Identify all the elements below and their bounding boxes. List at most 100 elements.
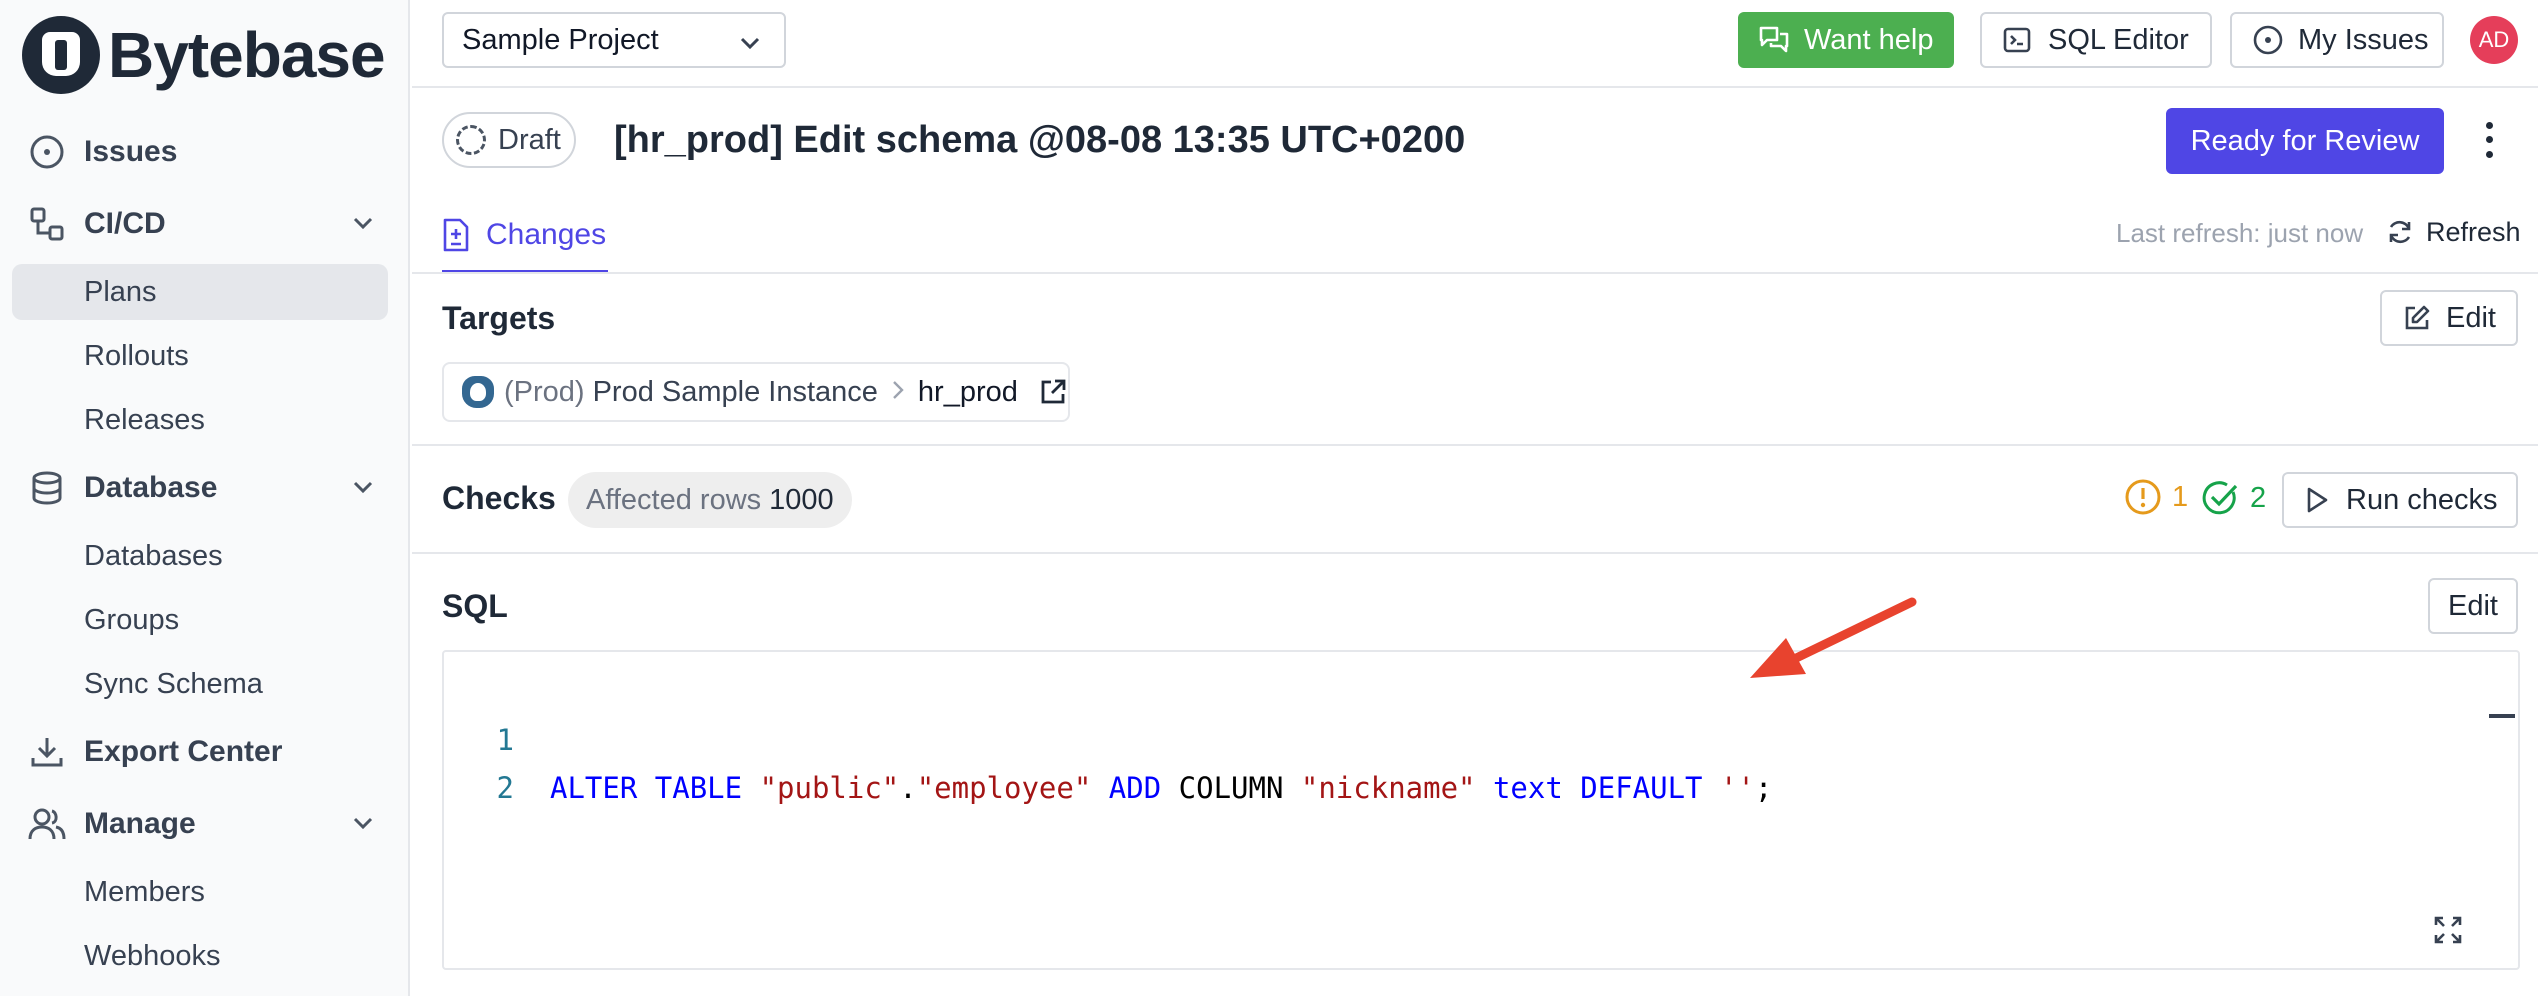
sidebar-item-plans[interactable]: Plans (84, 264, 157, 320)
tab-changes-label: Changes (486, 218, 607, 251)
chevron-down-icon[interactable] (350, 474, 376, 505)
targets-edit-button[interactable]: Edit (2380, 290, 2518, 346)
affected-rows-label: Affected rows (586, 483, 762, 516)
checks-success-count[interactable]: 2 (2200, 478, 2266, 518)
sidebar-item-manage[interactable]: Manage (26, 796, 386, 852)
warning-circle-icon (2124, 478, 2162, 516)
tabs-divider (412, 272, 2538, 274)
target-environment: (Prod) (504, 375, 585, 408)
sidebar-item-export-center[interactable]: Export Center (26, 724, 386, 780)
chevron-down-icon (738, 30, 762, 63)
targets-title: Targets (442, 300, 556, 336)
sidebar-item-issues[interactable]: Issues (26, 124, 386, 180)
sql-keyword: ADD (1108, 771, 1162, 805)
affected-rows-value: 1000 (769, 483, 834, 516)
sql-keyword: COLUMN (1178, 771, 1284, 805)
want-help-button[interactable]: Want help (1738, 12, 1954, 68)
tab-changes[interactable]: Changes (442, 200, 608, 274)
run-checks-button[interactable]: Run checks (2282, 472, 2518, 528)
check-circle-icon (2200, 478, 2240, 518)
draft-dashed-circle-icon (456, 125, 486, 155)
postgresql-icon (462, 376, 494, 408)
sql-identifier: "employee" (916, 771, 1092, 805)
sidebar-item-groups[interactable]: Groups (84, 592, 179, 648)
plan-status-badge: Draft (442, 112, 576, 168)
sql-identifier: "nickname" (1300, 771, 1476, 805)
warning-count: 1 (2172, 480, 2189, 513)
sql-editor-button[interactable]: SQL Editor (1980, 12, 2212, 68)
project-select[interactable]: Sample Project (442, 12, 786, 68)
minimap-indicator (2489, 714, 2515, 718)
users-icon (26, 803, 68, 845)
expand-icon[interactable] (2432, 914, 2464, 951)
sql-editor-label: SQL Editor (2048, 23, 2189, 56)
sidebar-item-label: Issues (84, 135, 178, 168)
external-link-icon[interactable] (1038, 377, 1068, 407)
code-line: 1 ALTER TABLE "public"."employee" ADD CO… (444, 668, 1773, 805)
play-icon (2304, 486, 2330, 514)
brand-name: Bytebase (108, 19, 386, 91)
chevron-down-icon[interactable] (350, 810, 376, 841)
sql-type: text (1492, 771, 1563, 805)
sidebar-item-label: Database (84, 471, 218, 504)
run-checks-label: Run checks (2346, 483, 2498, 516)
chevron-down-icon[interactable] (350, 210, 376, 241)
sql-punctuation: ; (1754, 771, 1773, 805)
user-avatar[interactable]: AD (2470, 16, 2518, 64)
section-divider (412, 552, 2538, 554)
sidebar-item-label: Export Center (84, 735, 283, 768)
sidebar-item-releases[interactable]: Releases (84, 392, 205, 448)
ready-for-review-button[interactable]: Ready for Review (2166, 108, 2444, 174)
targets-edit-label: Edit (2446, 301, 2496, 334)
section-divider (412, 444, 2538, 446)
sql-identifier: "public" (759, 771, 900, 805)
checks-title: Checks (442, 480, 556, 516)
more-options-icon[interactable] (2474, 118, 2504, 162)
last-refresh-text: Last refresh: just now (2116, 218, 2364, 248)
code-line: 2 (444, 716, 514, 805)
want-help-label: Want help (1804, 23, 1934, 56)
sql-title: SQL (442, 588, 508, 624)
plan-status-label: Draft (498, 123, 561, 156)
target-instance: Prod Sample Instance (592, 375, 878, 408)
refresh-label: Refresh (2426, 217, 2521, 247)
sidebar-item-members[interactable]: Members (84, 864, 205, 920)
issue-circle-icon (2252, 24, 2284, 56)
sidebar: Bytebase Issues CI/CD Plans Rollouts Rel… (0, 0, 410, 996)
refresh-button[interactable]: Refresh (2386, 214, 2521, 250)
sidebar-item-label: CI/CD (84, 207, 166, 240)
workflow-icon (26, 203, 68, 245)
top-bar: Sample Project Want help SQL Editor My I… (412, 0, 2538, 88)
chat-bubbles-icon (1758, 25, 1790, 55)
page-title[interactable]: [hr_prod] Edit schema @08-08 13:35 UTC+0… (614, 114, 1465, 166)
sql-punctuation: . (899, 771, 917, 805)
success-count: 2 (2250, 481, 2267, 514)
sql-keyword: ALTER (550, 771, 638, 805)
sql-edit-button[interactable]: Edit (2428, 578, 2518, 634)
target-database-chip[interactable]: (Prod) Prod Sample Instance hr_prod (442, 362, 1070, 422)
my-issues-button[interactable]: My Issues (2230, 12, 2444, 68)
checks-warning-count[interactable]: 1 (2124, 478, 2188, 516)
database-icon (26, 467, 68, 509)
sidebar-item-rollouts[interactable]: Rollouts (84, 328, 189, 384)
edit-pencil-icon (2402, 303, 2432, 333)
annotation-arrow-icon (1750, 597, 1917, 678)
sidebar-item-webhooks[interactable]: Webhooks (84, 928, 221, 984)
line-number: 2 (496, 771, 514, 805)
sidebar-item-databases[interactable]: Databases (84, 528, 223, 584)
brand-logo[interactable]: Bytebase (22, 16, 386, 94)
sql-keyword: DEFAULT (1580, 771, 1703, 805)
project-select-value: Sample Project (462, 23, 659, 56)
my-issues-label: My Issues (2298, 23, 2429, 56)
sql-code-editor[interactable]: 1 ALTER TABLE "public"."employee" ADD CO… (442, 650, 2520, 970)
sidebar-item-sync-schema[interactable]: Sync Schema (84, 656, 263, 712)
download-icon (26, 731, 68, 773)
terminal-icon (2002, 25, 2032, 55)
sidebar-item-cicd[interactable]: CI/CD (26, 196, 386, 252)
chevron-right-icon (890, 377, 906, 408)
refresh-icon (2386, 218, 2414, 246)
sidebar-item-database[interactable]: Database (26, 460, 386, 516)
sidebar-active-highlight (12, 264, 388, 320)
code-content: ALTER TABLE "public"."employee" ADD COLU… (550, 764, 1772, 812)
sql-string-literal: '' (1719, 771, 1755, 805)
